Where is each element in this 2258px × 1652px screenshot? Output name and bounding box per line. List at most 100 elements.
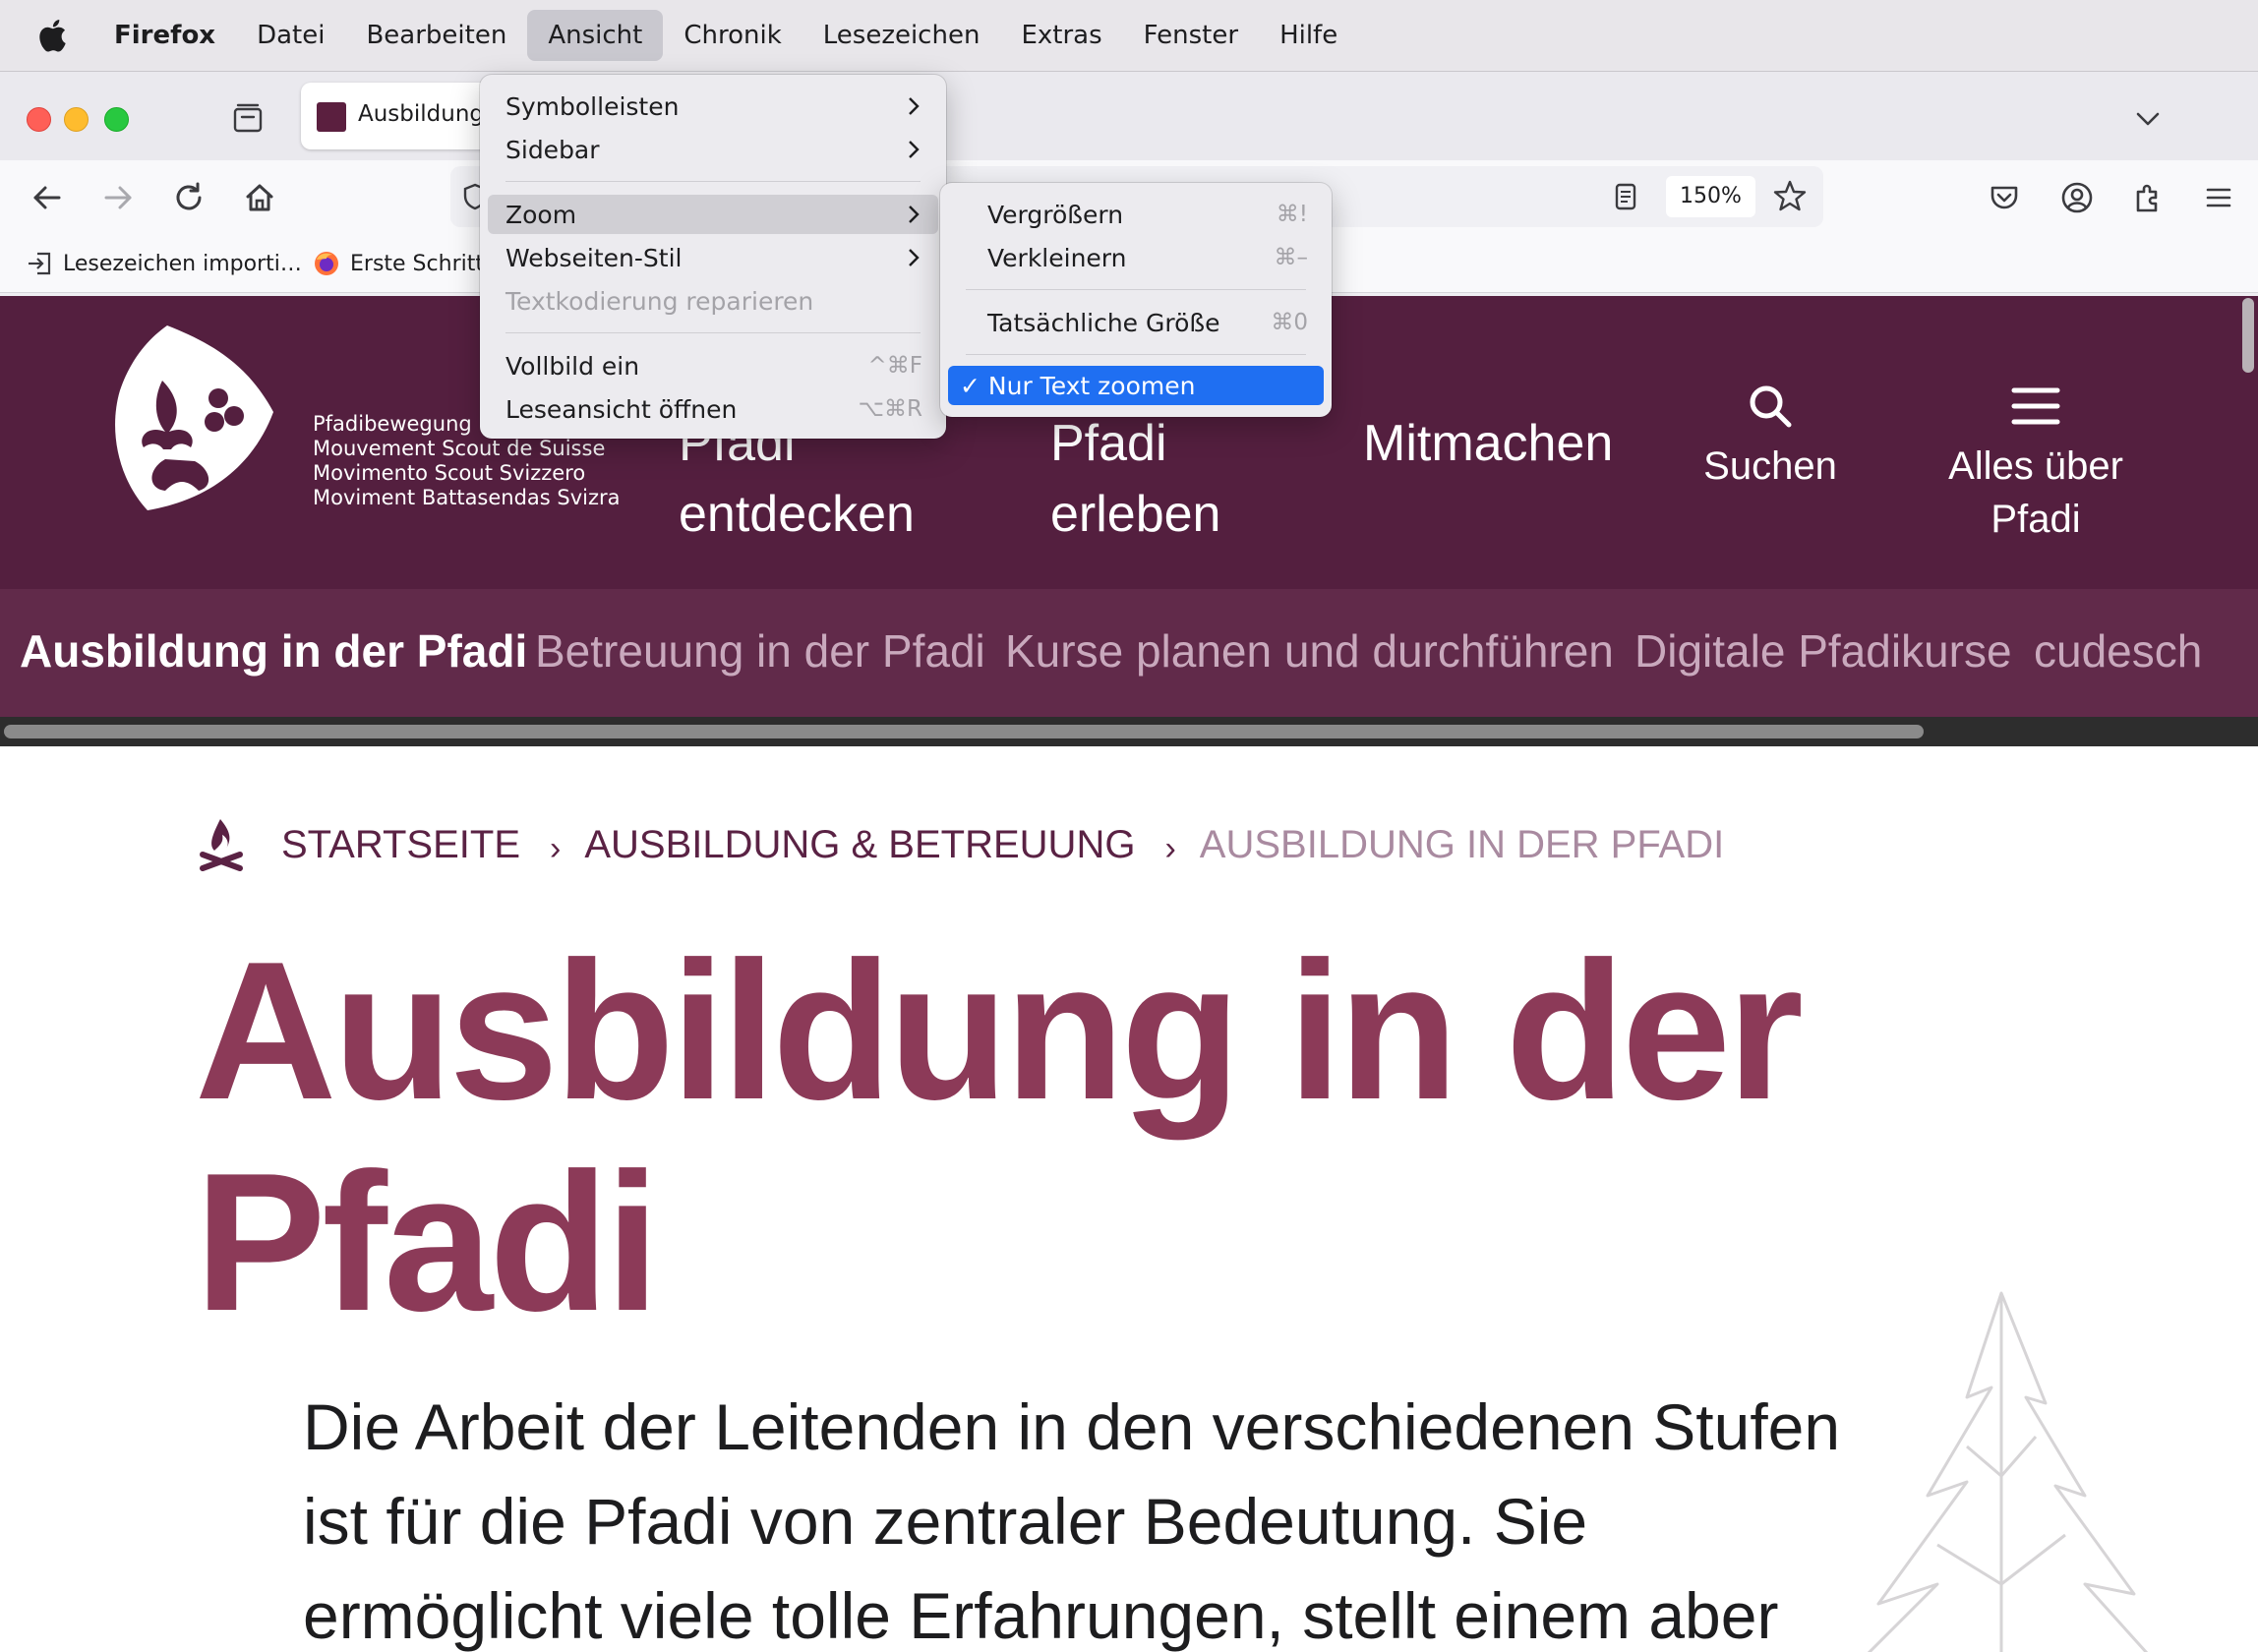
menubar-item-datei[interactable]: Datei <box>236 10 345 61</box>
lead-line: ist für die Pfadi von zentraler Bedeutun… <box>303 1485 1588 1558</box>
menu-item-tatsaechliche-groesse[interactable]: Tatsächliche Größe ⌘0 <box>948 303 1324 342</box>
menu-item-shortcut: ⌘– <box>1274 245 1309 270</box>
chevron-right-icon: › <box>1164 829 1176 867</box>
menu-item-label: Webseiten-Stil <box>505 244 683 272</box>
view-menu: Symbolleisten Sidebar Zoom Webseiten-Sti… <box>480 75 946 439</box>
subnav-item-betreuung[interactable]: Betreuung in der Pfadi <box>535 624 985 678</box>
bookmark-star-icon[interactable] <box>1772 178 1808 213</box>
menu-label: Pfadi <box>1991 498 2081 541</box>
horizontal-scrollbar[interactable] <box>0 717 2258 746</box>
menu-item-label: Tatsächliche Größe <box>987 309 1220 337</box>
pocket-icon[interactable] <box>1987 180 2022 215</box>
apple-menu-icon[interactable] <box>37 19 79 52</box>
menubar-app-name[interactable]: Firefox <box>106 10 236 61</box>
back-arrow-icon[interactable] <box>28 178 67 217</box>
mainnav-pfadi-erleben[interactable]: Pfadi erleben <box>1050 408 1220 550</box>
menubar-item-fenster[interactable]: Fenster <box>1123 10 1259 61</box>
page-title-line: Ausbildung in der <box>195 921 1804 1141</box>
page-title-line: Pfadi <box>195 1133 660 1352</box>
vertical-scrollbar-thumb[interactable] <box>2242 298 2254 373</box>
menu-item-zoom[interactable]: Zoom <box>488 195 938 234</box>
chevron-right-icon <box>909 141 920 158</box>
hamburger-menu-icon[interactable] <box>2201 180 2236 215</box>
mainnav-line: Mitmachen <box>1363 415 1614 472</box>
subnav-item-digitale-pfadikurse[interactable]: Digitale Pfadikurse <box>1634 624 2012 678</box>
mainnav-mitmachen[interactable]: Mitmachen <box>1363 408 1613 479</box>
bookmark-item-erste-schritte[interactable]: Erste Schritt <box>313 247 484 280</box>
reload-icon[interactable] <box>169 178 208 217</box>
menubar-item-lesezeichen[interactable]: Lesezeichen <box>802 10 1001 61</box>
lead-paragraph: Die Arbeit der Leitenden in den verschie… <box>303 1380 1975 1652</box>
menubar-item-hilfe[interactable]: Hilfe <box>1259 10 1358 61</box>
subnav-item-cudesch[interactable]: cudesch <box>2034 624 2202 678</box>
minimize-window-button[interactable] <box>64 107 89 132</box>
mainnav-line: entdecken <box>679 486 915 543</box>
org-name-line: Moviment Battasendas Svizra <box>313 486 621 509</box>
menubar-item-extras[interactable]: Extras <box>1000 10 1122 61</box>
menubar-item-ansicht[interactable]: Ansicht <box>527 10 664 61</box>
chevron-right-icon: › <box>550 829 562 867</box>
scout-logo-icon[interactable] <box>108 322 275 514</box>
menu-item-label: Vollbild ein <box>505 352 640 381</box>
extensions-icon[interactable] <box>2130 180 2166 215</box>
account-icon[interactable] <box>2059 180 2095 215</box>
tab-title: Ausbildung <box>358 101 485 127</box>
zoom-submenu: Vergrößern ⌘! Verkleinern ⌘– Tatsächlich… <box>940 183 1332 417</box>
menubar-item-chronik[interactable]: Chronik <box>663 10 802 61</box>
zoom-level-badge[interactable]: 150% <box>1666 176 1755 217</box>
tab-overview-icon[interactable] <box>226 97 269 141</box>
firefox-icon <box>313 250 340 277</box>
lead-line: Die Arbeit der Leitenden in den verschie… <box>303 1390 1841 1463</box>
menu-item-label: Zoom <box>505 201 577 229</box>
horizontal-scrollbar-thumb[interactable] <box>4 725 1924 738</box>
menubar-item-bearbeiten[interactable]: Bearbeiten <box>345 10 527 61</box>
site-menu-button[interactable]: Alles über Pfadi <box>1928 383 2144 546</box>
org-name-line: Movimento Scout Svizzero <box>313 461 586 485</box>
menu-item-leseansicht[interactable]: Leseansicht öffnen ⌥⌘R <box>488 389 938 429</box>
close-window-button[interactable] <box>27 107 51 132</box>
menu-item-sidebar[interactable]: Sidebar <box>488 130 938 169</box>
subnav-item-ausbildung[interactable]: Ausbildung in der Pfadi <box>20 624 527 678</box>
chevron-right-icon <box>909 249 920 266</box>
chevron-right-icon <box>909 206 920 223</box>
search-button[interactable]: Suchen <box>1692 383 1849 493</box>
search-label: Suchen <box>1703 444 1837 488</box>
breadcrumb-ausbildung-betreuung[interactable]: AUSBILDUNG & BETREUUNG <box>584 823 1135 867</box>
bookmark-label: Lesezeichen importi… <box>63 251 302 276</box>
menu-item-shortcut: ⌘0 <box>1271 310 1308 335</box>
menu-separator <box>505 332 921 333</box>
menu-item-verkleinern[interactable]: Verkleinern ⌘– <box>948 238 1324 277</box>
breadcrumb-startseite[interactable]: STARTSEITE <box>281 823 520 867</box>
menu-item-vollbild[interactable]: Vollbild ein ^⌘F <box>488 346 938 385</box>
org-name-line: Mouvement Scout de Suisse <box>313 437 606 460</box>
chevron-down-icon[interactable] <box>2132 103 2164 135</box>
campfire-icon[interactable] <box>197 817 246 872</box>
web-page: Pfadibewegung Mouvement Scout de Suisse … <box>0 296 2258 1652</box>
bookmark-label: Erste Schritt <box>350 251 484 276</box>
menu-item-label: Sidebar <box>505 136 600 164</box>
home-icon[interactable] <box>240 178 279 217</box>
menu-item-textkodierung: Textkodierung reparieren <box>488 281 938 321</box>
forward-arrow-icon[interactable] <box>98 178 138 217</box>
menu-item-shortcut: ^⌘F <box>867 353 922 379</box>
menu-separator <box>966 289 1306 290</box>
search-icon <box>1750 385 1792 428</box>
reader-view-icon[interactable] <box>1609 180 1642 213</box>
menu-item-symbolleisten[interactable]: Symbolleisten <box>488 87 938 126</box>
menu-item-label: Vergrößern <box>987 201 1124 229</box>
import-icon <box>26 250 53 277</box>
menu-item-label: Leseansicht öffnen <box>505 395 738 424</box>
site-favicon-icon <box>317 102 346 132</box>
menu-item-webseiten-stil[interactable]: Webseiten-Stil <box>488 238 938 277</box>
breadcrumb: STARTSEITE › AUSBILDUNG & BETREUUNG › AU… <box>197 815 1724 874</box>
zoom-window-button[interactable] <box>104 107 129 132</box>
subnav-item-kurse[interactable]: Kurse planen und durchführen <box>1005 624 1614 678</box>
chevron-right-icon <box>909 97 920 115</box>
bookmark-item-import[interactable]: Lesezeichen importi… <box>26 247 302 280</box>
menu-item-shortcut: ⌘! <box>1276 202 1308 227</box>
menu-item-vergroessern[interactable]: Vergrößern ⌘! <box>948 195 1324 234</box>
menu-item-label: Verkleinern <box>987 244 1127 272</box>
menu-separator <box>966 354 1306 355</box>
menu-item-nur-text-zoomen[interactable]: ✓ Nur Text zoomen <box>948 366 1324 405</box>
hamburger-menu-icon <box>2011 387 2060 425</box>
